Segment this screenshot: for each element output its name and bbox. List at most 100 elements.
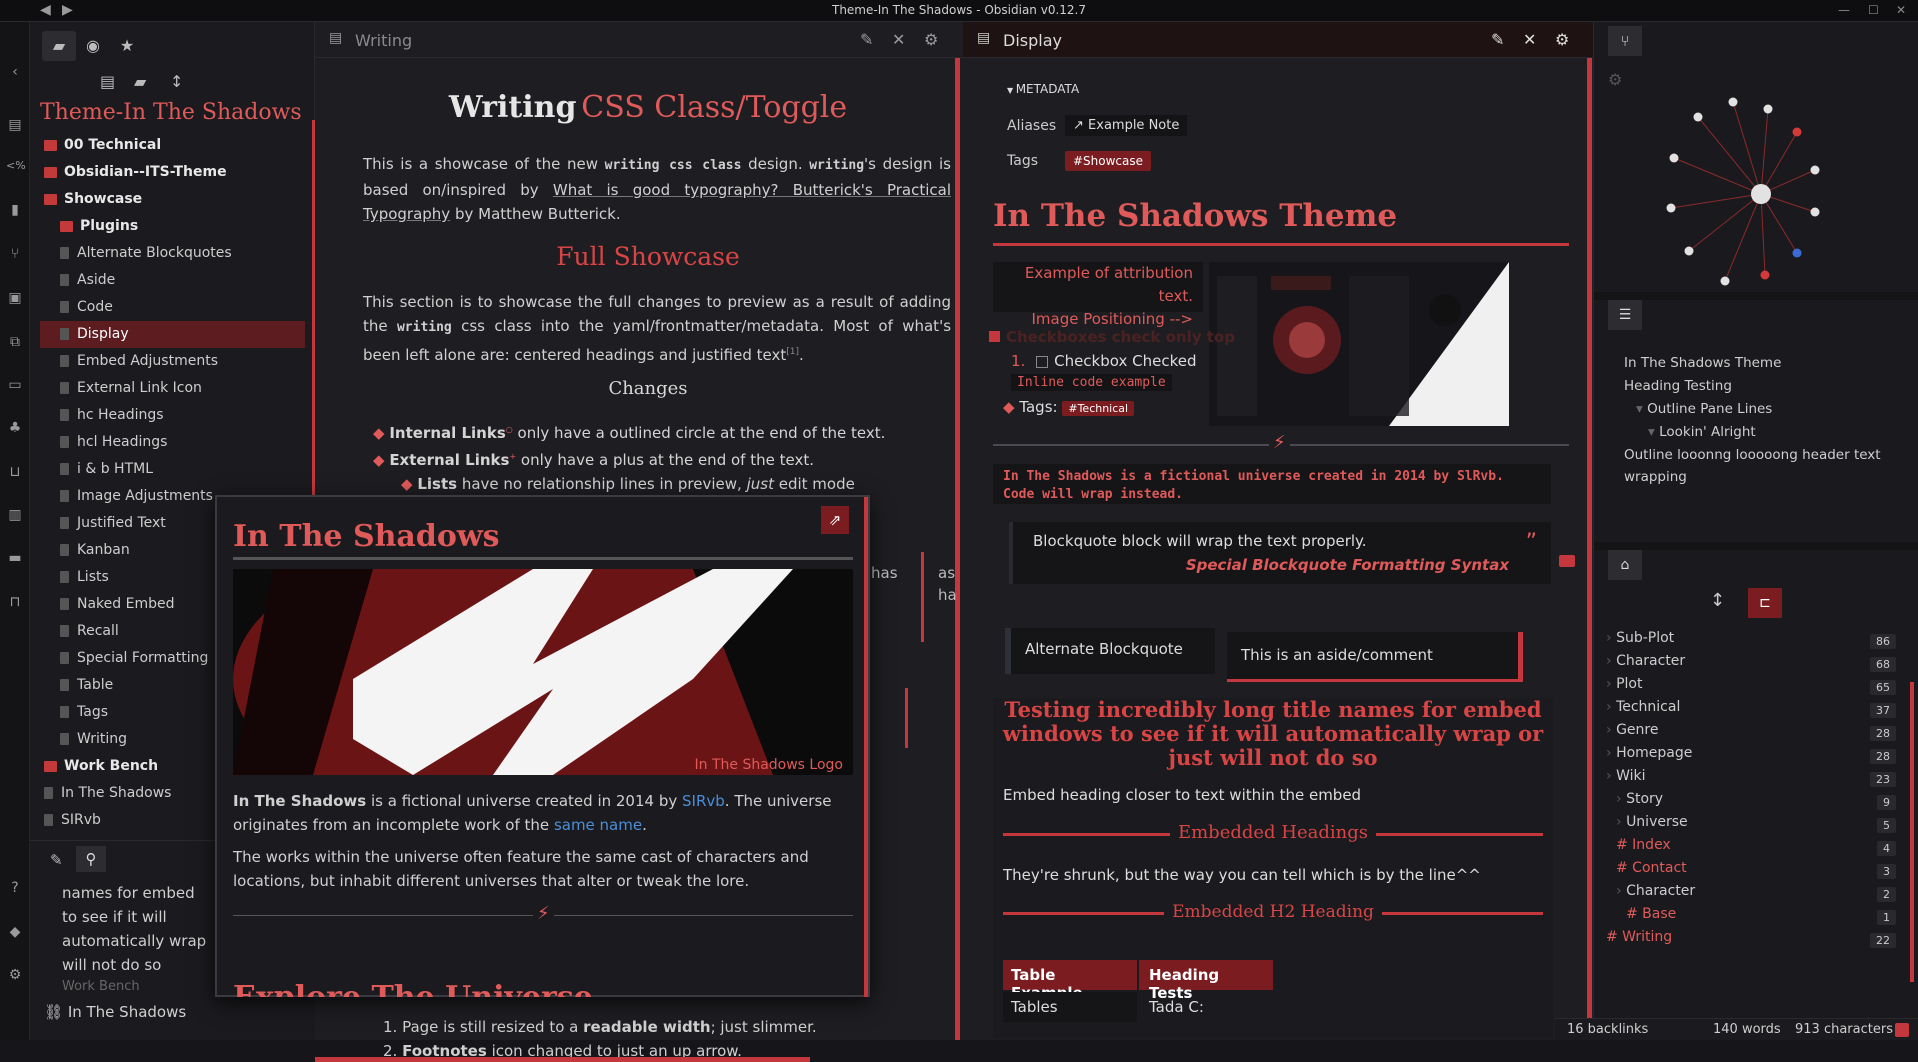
command-palette-icon[interactable]: ▭ — [6, 377, 24, 393]
inline-tags-row: ◆ Tags: #Technical — [1003, 398, 1135, 416]
tags-scrollbar[interactable] — [1910, 682, 1914, 982]
outline-item[interactable]: ▾ Outline Pane Lines — [1624, 398, 1894, 420]
community-plugins-icon[interactable]: ♣ — [6, 420, 24, 436]
tag-hierarchy-icon[interactable]: ⊏ — [1748, 588, 1782, 618]
folder-item[interactable]: Obsidian--ITS-Theme — [40, 159, 305, 186]
popup-scrollbar[interactable] — [864, 497, 868, 997]
showcase-paragraph: This section is to showcase the full cha… — [363, 293, 952, 364]
checkbox-item[interactable]: 1. Checkbox Checked — [1011, 352, 1196, 370]
file-icon — [60, 463, 69, 475]
comment-icon[interactable] — [1559, 555, 1575, 567]
vault-switcher-icon[interactable]: ? — [6, 880, 24, 896]
edit-pencil-icon[interactable]: ✎ — [860, 30, 873, 49]
same-name-link[interactable]: same name — [554, 816, 642, 834]
local-graph[interactable] — [1619, 62, 1899, 302]
table-header-cell: Table Example — [1003, 960, 1137, 1002]
popup-cut-heading-clip: Explore The Universe — [233, 981, 853, 997]
file-item[interactable]: hc Headings — [40, 402, 305, 429]
pane-options-icon[interactable]: ⚙ — [1555, 30, 1569, 49]
preview-line: names for embed — [62, 884, 195, 902]
writing-bottom-scroll[interactable] — [315, 1057, 810, 1062]
technical-tag[interactable]: #Technical — [1062, 401, 1135, 416]
logo-caption: In The Shadows Logo — [694, 757, 844, 773]
tag-count: 2 — [1877, 887, 1896, 902]
local-graph-tab-icon[interactable]: ⑂ — [1608, 26, 1642, 56]
search-tab-icon[interactable]: ◉ — [76, 31, 110, 61]
minimize-icon[interactable]: — — [1838, 3, 1850, 17]
open-quick-switcher-icon[interactable]: ▤ — [6, 117, 24, 133]
open-link-icon[interactable]: ⇗ — [821, 506, 849, 534]
tag-pane-tab-icon[interactable]: ⌂ — [1608, 550, 1642, 580]
folder-item[interactable]: Plugins — [40, 213, 305, 240]
tag-label: Character — [1626, 883, 1696, 899]
templates-icon[interactable]: ⧉ — [6, 334, 24, 350]
archive-icon[interactable]: ⊓ — [6, 594, 24, 610]
collapse-icon[interactable]: ▾ — [1636, 401, 1647, 417]
collapse-icon[interactable]: ▾ — [1648, 424, 1659, 440]
collapse-left-icon[interactable]: ‹ — [6, 64, 24, 80]
file-item[interactable]: External Link Icon — [40, 375, 305, 402]
file-item[interactable]: Embed Adjustments — [40, 348, 305, 375]
kanban-icon[interactable]: ▥ — [6, 507, 24, 523]
code-percent-icon[interactable]: <% — [6, 159, 26, 172]
starred-tab-star-icon[interactable]: ★ — [110, 31, 144, 61]
file-item[interactable]: Alternate Blockquotes — [40, 240, 305, 267]
daily-note-icon[interactable]: ▮ — [6, 202, 24, 218]
close-window-icon[interactable]: ✕ — [1896, 3, 1906, 17]
outline-item[interactable]: Outline looonng looooong header text wra… — [1624, 444, 1894, 488]
file-item[interactable]: hcl Headings — [40, 429, 305, 456]
sort-icon[interactable]: ↕ — [170, 72, 183, 91]
new-note-icon[interactable]: ▤ — [100, 72, 115, 91]
help-icon[interactable]: ◆ — [6, 924, 24, 940]
tag-label: Story — [1626, 791, 1664, 807]
slides-icon[interactable]: ▬ — [6, 550, 24, 566]
outline-list: In The Shadows Theme Heading Testing ▾ Out… — [1624, 352, 1894, 489]
pane-options-icon[interactable]: ⚙ — [924, 30, 938, 49]
edit-pencil-icon[interactable]: ✎ — [1491, 30, 1504, 49]
backlink-file[interactable]: ⛓ In The Shadows — [44, 1003, 186, 1021]
outline-item[interactable]: In The Shadows Theme — [1624, 352, 1894, 374]
file-item[interactable]: Code — [40, 294, 305, 321]
outline-tab-icon[interactable]: ☰ — [1608, 300, 1642, 330]
maximize-icon[interactable]: ☐ — [1868, 3, 1879, 17]
outline-item[interactable]: Heading Testing — [1624, 375, 1894, 397]
embed-heading-2: Embedded H2 Heading — [993, 902, 1553, 922]
file-item[interactable]: Aside — [40, 267, 305, 294]
chevron-right-icon: › — [1616, 814, 1627, 830]
tree-item-label: Alternate Blockquotes — [77, 245, 232, 261]
file-icon — [60, 436, 69, 448]
inline-code: Inline code example — [1011, 374, 1172, 391]
alias-chip[interactable]: ↗ Example Note — [1065, 115, 1188, 136]
tag-item[interactable]: # Writing 22 — [1606, 929, 1896, 957]
sirvb-link[interactable]: SIRvb — [682, 792, 725, 810]
settings-gear-icon[interactable]: ⚙ — [6, 967, 24, 983]
unlink-icon[interactable]: ✎ — [50, 851, 63, 869]
link-icon[interactable]: ⚲ — [76, 846, 106, 872]
showcase-tag[interactable]: #Showcase — [1065, 151, 1152, 171]
file-item[interactable]: i & b HTML — [40, 456, 305, 483]
folder-item[interactable]: 00 Technical — [40, 132, 305, 159]
inbox-icon[interactable]: ⊔ — [6, 464, 24, 480]
left-ribbon: ‹ ▤ <% ▮ ⑂ ▣ ⧉ ▭ ♣ ⊔ ▥ ▬ ⊓ ? ◆ ⚙ — [0, 22, 30, 1040]
folder-item[interactable]: Showcase — [40, 186, 305, 213]
backlinks-count[interactable]: 16 backlinks — [1567, 1022, 1648, 1037]
sync-status-icon[interactable] — [1895, 1023, 1909, 1037]
file-item[interactable]: Display — [40, 321, 305, 348]
aliases-label: Aliases — [1007, 118, 1057, 134]
calendar-icon[interactable]: ▣ — [6, 290, 24, 306]
writing-scrollbar[interactable] — [955, 58, 960, 1040]
chevron-right-icon: › — [1616, 791, 1627, 807]
files-tab-folder-icon[interactable]: ▰ — [42, 31, 76, 61]
sort-tags-icon[interactable]: ↕ — [1710, 590, 1725, 611]
file-icon — [60, 544, 69, 556]
footnote-ref[interactable]: [1] — [786, 347, 799, 357]
embed-paragraph-1: Embed heading closer to text within the … — [1003, 786, 1362, 804]
embed-table: Table Example Heading Tests Tables Tada … — [1003, 960, 1273, 1022]
display-scrollbar[interactable] — [1587, 58, 1592, 1040]
close-pane-icon[interactable]: ✕ — [892, 30, 905, 49]
graph-view-icon[interactable]: ⑂ — [6, 246, 24, 262]
outline-item[interactable]: ▾ Lookin' Alright — [1624, 421, 1894, 443]
close-pane-icon[interactable]: ✕ — [1523, 30, 1536, 49]
bottom-list-item-1: 1. Page is still resized to a readable w… — [383, 1018, 817, 1036]
new-folder-icon[interactable]: ▰ — [134, 72, 146, 91]
